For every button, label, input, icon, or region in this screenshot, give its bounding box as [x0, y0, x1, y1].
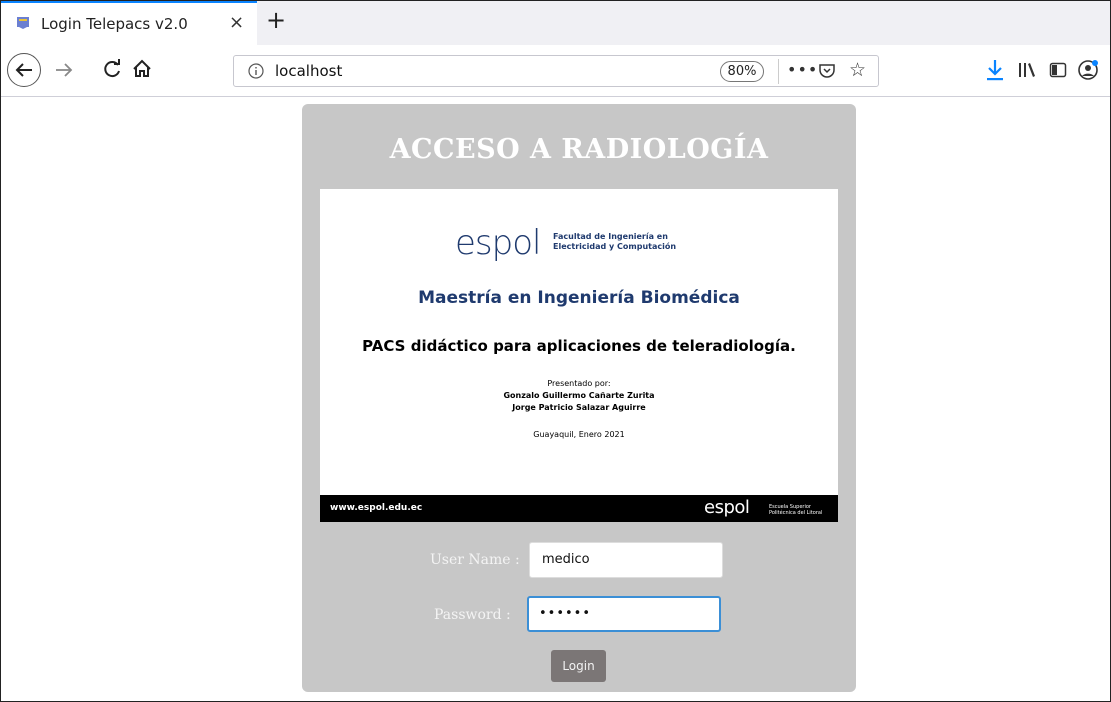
- star-icon[interactable]: ☆: [849, 59, 866, 81]
- login-button[interactable]: Login: [551, 650, 606, 682]
- new-tab-button[interactable]: +: [263, 6, 289, 34]
- info-icon[interactable]: [248, 63, 264, 79]
- thesis-title: PACS didáctico para aplicaciones de tele…: [362, 337, 796, 355]
- password-input[interactable]: ••••••: [527, 596, 721, 632]
- author-name: Gonzalo Guillermo Cañarte Zurita: [503, 391, 655, 400]
- url-bar[interactable]: localhost 80% ••• ☆: [233, 55, 879, 87]
- login-panel: ACCESO A RADIOLOGÍA espol Facultad de In…: [302, 104, 856, 692]
- tab-close-icon[interactable]: ×: [229, 12, 244, 33]
- username-label: User Name :: [430, 552, 520, 568]
- footer-institution: Escuela Superior Politécnica del Litoral: [769, 504, 823, 516]
- home-icon[interactable]: [129, 56, 155, 82]
- pocket-icon[interactable]: [818, 62, 836, 80]
- username-input[interactable]: medico: [529, 542, 723, 578]
- presented-by: Presentado por:: [547, 379, 611, 388]
- tab-title: Login Telepacs v2.0: [41, 15, 188, 33]
- program-title: Maestría en Ingeniería Biomédica: [418, 288, 740, 308]
- slide-date: Guayaquil, Enero 2021: [533, 430, 625, 439]
- forward-arrow-icon[interactable]: [51, 57, 77, 83]
- sidebar-icon[interactable]: [1049, 61, 1067, 79]
- url-text[interactable]: localhost: [275, 62, 342, 80]
- nav-bar: localhost 80% ••• ☆: [1, 45, 1110, 97]
- footer-logo: espol: [704, 497, 750, 518]
- library-icon[interactable]: [1017, 60, 1037, 80]
- footer-url: www.espol.edu.ec: [330, 503, 423, 513]
- tab-login-telepacs[interactable]: Login Telepacs v2.0 ×: [1, 1, 257, 45]
- cover-image: espol Facultad de Ingeniería en Electric…: [320, 189, 838, 522]
- favicon-icon: [17, 17, 29, 29]
- account-icon[interactable]: [1077, 59, 1099, 81]
- espol-logo-text: espol: [455, 223, 541, 263]
- reload-icon[interactable]: [99, 56, 125, 82]
- more-actions-icon[interactable]: •••: [787, 60, 818, 79]
- password-label: Password :: [434, 607, 511, 623]
- back-arrow-icon: [15, 63, 32, 77]
- url-separator: [778, 59, 779, 84]
- zoom-badge[interactable]: 80%: [720, 61, 764, 82]
- tab-bar: Login Telepacs v2.0 × +: [1, 1, 1110, 45]
- page-title: ACCESO A RADIOLOGÍA: [389, 134, 769, 165]
- author-name: Jorge Patricio Salazar Aguirre: [512, 403, 646, 412]
- back-button[interactable]: [7, 53, 41, 87]
- slide-footer: www.espol.edu.ec espol Escuela Superior …: [320, 495, 838, 522]
- browser-window: Login Telepacs v2.0 × + localhost 80% ••…: [0, 0, 1111, 702]
- download-icon[interactable]: [983, 57, 1007, 83]
- faculty-text: Facultad de Ingeniería en Electricidad y…: [553, 232, 677, 251]
